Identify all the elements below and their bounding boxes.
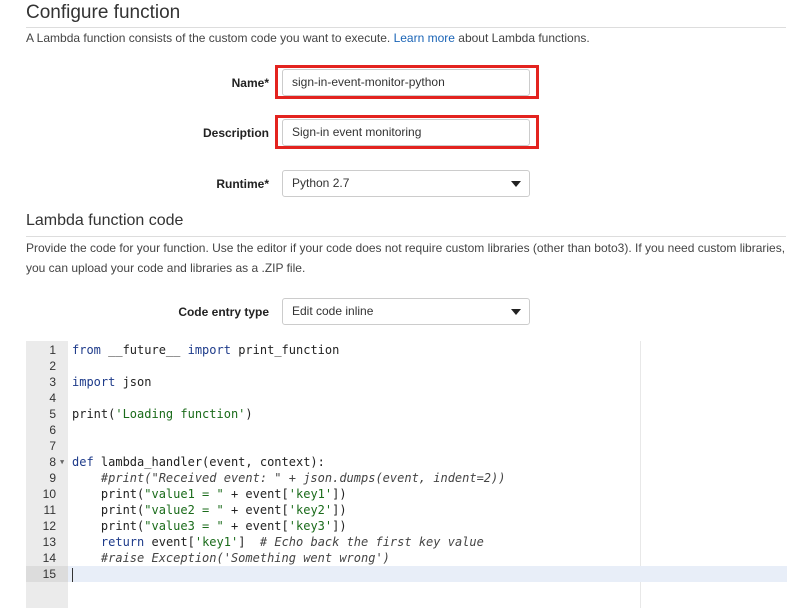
description-input[interactable]: Sign-in event monitoring <box>282 119 530 146</box>
code-description-line1: Provide the code for your function. Use … <box>26 241 786 255</box>
configure-description: A Lambda function consists of the custom… <box>26 28 590 48</box>
code-line-text[interactable] <box>68 566 787 582</box>
lambda-code-title: Lambda function code <box>26 212 184 229</box>
code-line-text[interactable]: #print("Received event: " + json.dumps(e… <box>68 470 787 486</box>
code-entry-type-select[interactable]: Edit code inline <box>282 298 530 325</box>
code-entry-type-label: Code entry type <box>178 305 269 319</box>
code-line[interactable]: 13 return event['key1'] # Echo back the … <box>26 534 787 550</box>
configure-description-suffix: about Lambda functions. <box>458 31 590 45</box>
code-line[interactable]: 10 print("value1 = " + event['key1']) <box>26 486 787 502</box>
code-line[interactable]: 1 from __future__ import print_function <box>26 342 787 358</box>
code-line[interactable]: 9 #print("Received event: " + json.dumps… <box>26 470 787 486</box>
line-number: 1 <box>49 343 56 357</box>
line-number: 12 <box>42 519 56 533</box>
chevron-down-icon <box>511 309 521 315</box>
line-number: 6 <box>49 423 56 437</box>
code-line[interactable]: 3 import json <box>26 374 787 390</box>
code-line-text[interactable]: return event['key1'] # Echo back the fir… <box>68 534 787 550</box>
line-number: 7 <box>49 439 56 453</box>
configure-description-text: A Lambda function consists of the custom… <box>26 31 391 45</box>
code-line[interactable]: 6 <box>26 422 787 438</box>
code-editor[interactable]: 1 from __future__ import print_function … <box>26 341 787 608</box>
runtime-select[interactable]: Python 2.7 <box>282 170 530 197</box>
code-line[interactable]: 8 ▼ def lambda_handler(event, context): <box>26 454 787 470</box>
description-label: Description <box>202 126 269 140</box>
code-line-text[interactable]: print("value1 = " + event['key1']) <box>68 486 787 502</box>
code-line[interactable]: 5 print('Loading function') <box>26 406 787 422</box>
runtime-selected-value: Python 2.7 <box>292 176 350 190</box>
runtime-label: Runtime* <box>216 177 269 191</box>
name-label: Name* <box>231 76 269 90</box>
text-cursor <box>72 567 73 582</box>
configure-function-page: Configure function A Lambda function con… <box>0 0 800 608</box>
line-number: 11 <box>43 503 56 517</box>
fold-toggle-icon[interactable]: ▼ <box>60 454 64 470</box>
line-number: 13 <box>42 535 56 549</box>
code-line-active[interactable]: 15 <box>26 566 787 582</box>
code-line-text[interactable]: print("value2 = " + event['key2']) <box>68 502 787 518</box>
line-number: 9 <box>49 471 56 485</box>
code-line-text[interactable]: from __future__ import print_function <box>68 342 787 358</box>
code-line-text[interactable] <box>68 390 787 406</box>
line-number: 2 <box>49 359 56 373</box>
code-line-text[interactable] <box>68 438 787 454</box>
line-number: 10 <box>42 487 56 501</box>
line-number: 3 <box>49 375 56 389</box>
code-line-text[interactable] <box>68 358 787 374</box>
code-line-text[interactable]: print('Loading function') <box>68 406 787 422</box>
code-line[interactable]: 2 <box>26 358 787 374</box>
name-input[interactable]: sign-in-event-monitor-python <box>282 69 530 96</box>
learn-more-link[interactable]: Learn more <box>394 31 455 45</box>
code-entry-type-value: Edit code inline <box>292 304 374 318</box>
code-line-text[interactable]: print("value3 = " + event['key3']) <box>68 518 787 534</box>
code-line-text[interactable]: #raise Exception('Something went wrong') <box>68 550 787 566</box>
code-line[interactable]: 7 <box>26 438 787 454</box>
code-line-text[interactable] <box>68 422 787 438</box>
line-number: 15 <box>26 566 68 582</box>
code-line-text[interactable]: def lambda_handler(event, context): <box>68 454 787 470</box>
line-number: 14 <box>42 551 56 565</box>
code-description-line2: you can upload your code and libraries a… <box>26 261 306 275</box>
code-line[interactable]: 4 <box>26 390 787 406</box>
code-section-divider <box>26 236 786 237</box>
code-line[interactable]: 14 #raise Exception('Something went wron… <box>26 550 787 566</box>
configure-function-title: Configure function <box>26 2 181 23</box>
line-number: 5 <box>49 407 56 421</box>
code-line-text[interactable]: import json <box>68 374 787 390</box>
code-line[interactable]: 12 print("value3 = " + event['key3']) <box>26 518 787 534</box>
code-line[interactable]: 11 print("value2 = " + event['key2']) <box>26 502 787 518</box>
code-description: Provide the code for your function. Use … <box>26 238 791 278</box>
chevron-down-icon <box>511 181 521 187</box>
line-number: 4 <box>49 391 56 405</box>
